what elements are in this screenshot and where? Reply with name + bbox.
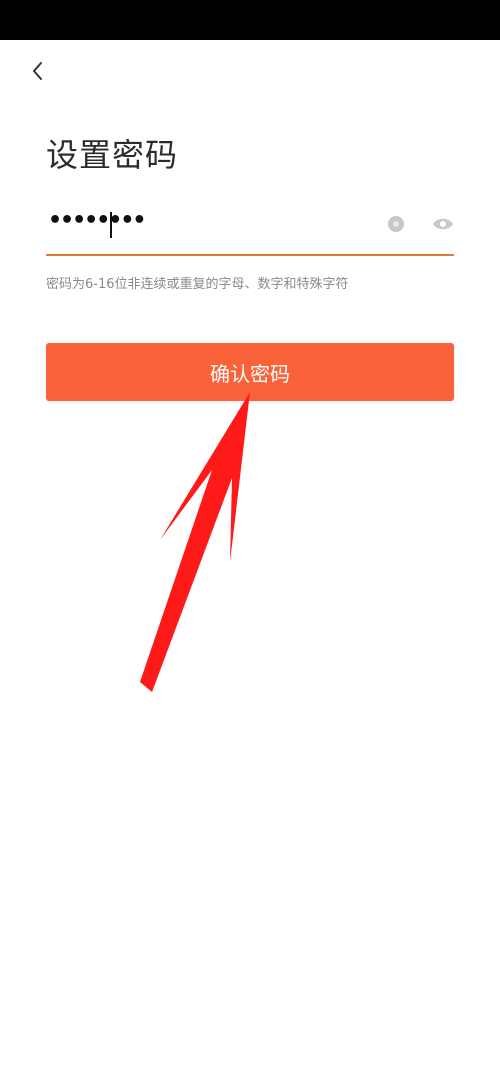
- status-bar: [0, 0, 500, 40]
- text-caret: [110, 212, 112, 238]
- input-underline: [46, 254, 454, 256]
- password-input-row[interactable]: ••••••••: [46, 200, 454, 256]
- page-title: 设置密码: [46, 136, 179, 174]
- confirm-button-label: 确认密码: [210, 361, 290, 386]
- eye-icon[interactable]: [432, 215, 454, 233]
- back-button[interactable]: [22, 56, 52, 86]
- chevron-left-icon: [33, 62, 42, 80]
- password-field[interactable]: ••••••••: [48, 208, 146, 233]
- set-password-screen: 设置密码 •••••••• 密码为6-16位非连续或重复的字母、数字和特殊字符 …: [0, 0, 500, 1084]
- clear-icon[interactable]: [388, 216, 404, 232]
- password-hint: 密码为6-16位非连续或重复的字母、数字和特殊字符: [46, 277, 349, 292]
- confirm-password-button[interactable]: 确认密码: [46, 343, 454, 401]
